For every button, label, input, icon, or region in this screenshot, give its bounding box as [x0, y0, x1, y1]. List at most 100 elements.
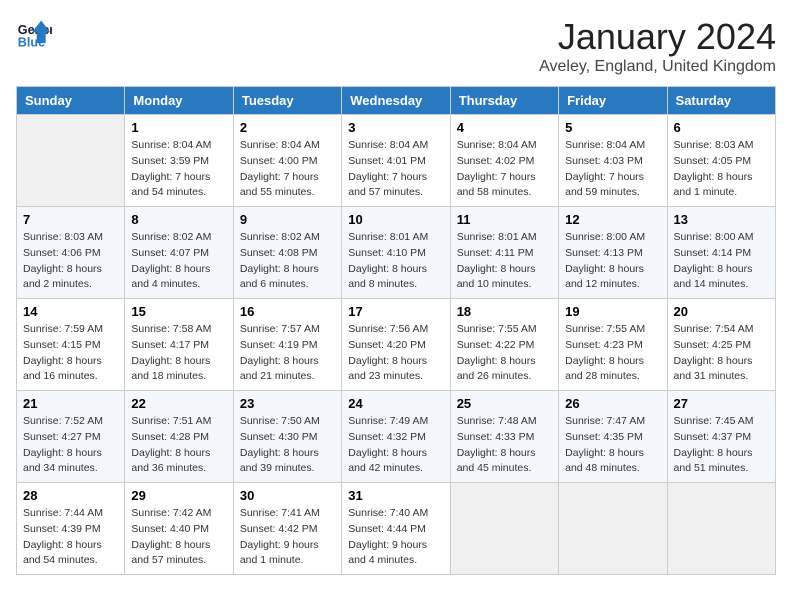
day-number: 10 — [348, 212, 443, 227]
day-number: 30 — [240, 488, 335, 503]
day-number: 12 — [565, 212, 660, 227]
calendar-cell: 14 Sunrise: 7:59 AMSunset: 4:15 PMDayligh… — [17, 299, 125, 391]
day-number: 7 — [23, 212, 118, 227]
day-header-saturday: Saturday — [667, 87, 775, 115]
calendar-cell: 23Sunrise: 7:50 AMSunset: 4:30 PMDayligh… — [233, 391, 341, 483]
calendar-cell: 19Sunrise: 7:55 AMSunset: 4:23 PMDayligh… — [559, 299, 667, 391]
day-header-friday: Friday — [559, 87, 667, 115]
calendar-cell: 17Sunrise: 7:56 AMSunset: 4:20 PMDayligh… — [342, 299, 450, 391]
logo-icon: General Blue — [16, 16, 52, 52]
day-number: 15 — [131, 304, 226, 319]
day-number: 26 — [565, 396, 660, 411]
day-info: Sunrise: 8:01 AMSunset: 4:11 PMDaylight:… — [457, 230, 552, 293]
day-info: Sunrise: 8:04 AMSunset: 4:03 PMDaylight:… — [565, 138, 660, 201]
day-number: 4 — [457, 120, 552, 135]
calendar-week-2: 7 Sunrise: 8:03 AMSunset: 4:06 PMDaylight… — [17, 207, 776, 299]
calendar-cell — [450, 483, 558, 575]
calendar-table: SundayMondayTuesdayWednesdayThursdayFrid… — [16, 86, 776, 575]
day-number: 24 — [348, 396, 443, 411]
day-number: 6 — [674, 120, 769, 135]
day-number: 13 — [674, 212, 769, 227]
day-info: Sunrise: 7:49 AMSunset: 4:32 PMDaylight:… — [348, 414, 443, 477]
calendar-cell: 3Sunrise: 8:04 AMSunset: 4:01 PMDaylight… — [342, 115, 450, 207]
day-info: Sunrise: 7:40 AMSunset: 4:44 PMDaylight:… — [348, 506, 443, 569]
calendar-cell: 5 Sunrise: 8:04 AMSunset: 4:03 PMDaylight… — [559, 115, 667, 207]
day-info: Sunrise: 7:50 AMSunset: 4:30 PMDaylight:… — [240, 414, 335, 477]
day-info: Sunrise: 7:59 AMSunset: 4:15 PMDaylight:… — [23, 322, 118, 385]
day-info: Sunrise: 8:04 AMSunset: 4:00 PMDaylight:… — [240, 138, 335, 201]
day-number: 20 — [674, 304, 769, 319]
calendar-cell: 21 Sunrise: 7:52 AMSunset: 4:27 PMDayligh… — [17, 391, 125, 483]
day-number: 3 — [348, 120, 443, 135]
logo: General Blue — [16, 16, 52, 52]
day-info: Sunrise: 7:44 AMSunset: 4:39 PMDaylight:… — [23, 506, 118, 569]
day-number: 8 — [131, 212, 226, 227]
day-number: 21 — [23, 396, 118, 411]
calendar-cell — [17, 115, 125, 207]
day-number: 9 — [240, 212, 335, 227]
calendar-cell: 24 Sunrise: 7:49 AMSunset: 4:32 PMDayligh… — [342, 391, 450, 483]
calendar-cell: 4Sunrise: 8:04 AMSunset: 4:02 PMDaylight… — [450, 115, 558, 207]
calendar-cell — [559, 483, 667, 575]
calendar-cell: 31Sunrise: 7:40 AMSunset: 4:44 PMDayligh… — [342, 483, 450, 575]
calendar-body: 1Sunrise: 8:04 AMSunset: 3:59 PMDaylight… — [17, 115, 776, 575]
day-number: 5 — [565, 120, 660, 135]
day-header-thursday: Thursday — [450, 87, 558, 115]
calendar-cell: 10 Sunrise: 8:01 AMSunset: 4:10 PMDayligh… — [342, 207, 450, 299]
day-info: Sunrise: 8:00 AMSunset: 4:14 PMDaylight:… — [674, 230, 769, 293]
calendar-cell: 20 Sunrise: 7:54 AMSunset: 4:25 PMDayligh… — [667, 299, 775, 391]
calendar-subtitle: Aveley, England, United Kingdom — [539, 58, 776, 76]
day-info: Sunrise: 7:51 AMSunset: 4:28 PMDaylight:… — [131, 414, 226, 477]
day-info: Sunrise: 7:55 AMSunset: 4:23 PMDaylight:… — [565, 322, 660, 385]
header: General Blue January 2024 Aveley, Englan… — [16, 16, 776, 76]
day-info: Sunrise: 7:42 AMSunset: 4:40 PMDaylight:… — [131, 506, 226, 569]
calendar-week-3: 14 Sunrise: 7:59 AMSunset: 4:15 PMDayligh… — [17, 299, 776, 391]
day-info: Sunrise: 8:00 AMSunset: 4:13 PMDaylight:… — [565, 230, 660, 293]
day-info: Sunrise: 7:52 AMSunset: 4:27 PMDaylight:… — [23, 414, 118, 477]
day-info: Sunrise: 8:01 AMSunset: 4:10 PMDaylight:… — [348, 230, 443, 293]
day-number: 11 — [457, 212, 552, 227]
day-info: Sunrise: 7:55 AMSunset: 4:22 PMDaylight:… — [457, 322, 552, 385]
day-header-tuesday: Tuesday — [233, 87, 341, 115]
calendar-cell: 22 Sunrise: 7:51 AMSunset: 4:28 PMDayligh… — [125, 391, 233, 483]
calendar-week-1: 1Sunrise: 8:04 AMSunset: 3:59 PMDaylight… — [17, 115, 776, 207]
day-info: Sunrise: 7:41 AMSunset: 4:42 PMDaylight:… — [240, 506, 335, 569]
day-info: Sunrise: 7:48 AMSunset: 4:33 PMDaylight:… — [457, 414, 552, 477]
calendar-cell: 7 Sunrise: 8:03 AMSunset: 4:06 PMDaylight… — [17, 207, 125, 299]
calendar-title: January 2024 — [539, 16, 776, 58]
calendar-cell: 18 Sunrise: 7:55 AMSunset: 4:22 PMDayligh… — [450, 299, 558, 391]
day-info: Sunrise: 7:57 AMSunset: 4:19 PMDaylight:… — [240, 322, 335, 385]
calendar-cell: 16Sunrise: 7:57 AMSunset: 4:19 PMDayligh… — [233, 299, 341, 391]
day-number: 18 — [457, 304, 552, 319]
calendar-cell: 15Sunrise: 7:58 AMSunset: 4:17 PMDayligh… — [125, 299, 233, 391]
calendar-cell: 29 Sunrise: 7:42 AMSunset: 4:40 PMDayligh… — [125, 483, 233, 575]
calendar-header-row: SundayMondayTuesdayWednesdayThursdayFrid… — [17, 87, 776, 115]
day-info: Sunrise: 8:03 AMSunset: 4:05 PMDaylight:… — [674, 138, 769, 201]
calendar-cell: 28 Sunrise: 7:44 AMSunset: 4:39 PMDayligh… — [17, 483, 125, 575]
day-number: 25 — [457, 396, 552, 411]
day-info: Sunrise: 7:45 AMSunset: 4:37 PMDaylight:… — [674, 414, 769, 477]
calendar-week-5: 28 Sunrise: 7:44 AMSunset: 4:39 PMDayligh… — [17, 483, 776, 575]
day-info: Sunrise: 7:54 AMSunset: 4:25 PMDaylight:… — [674, 322, 769, 385]
day-info: Sunrise: 8:03 AMSunset: 4:06 PMDaylight:… — [23, 230, 118, 293]
day-info: Sunrise: 7:47 AMSunset: 4:35 PMDaylight:… — [565, 414, 660, 477]
calendar-cell: 1Sunrise: 8:04 AMSunset: 3:59 PMDaylight… — [125, 115, 233, 207]
day-header-monday: Monday — [125, 87, 233, 115]
title-section: January 2024 Aveley, England, United Kin… — [539, 16, 776, 76]
calendar-cell: 6 Sunrise: 8:03 AMSunset: 4:05 PMDaylight… — [667, 115, 775, 207]
day-number: 1 — [131, 120, 226, 135]
day-number: 17 — [348, 304, 443, 319]
calendar-week-4: 21 Sunrise: 7:52 AMSunset: 4:27 PMDayligh… — [17, 391, 776, 483]
day-number: 22 — [131, 396, 226, 411]
calendar-cell: 9 Sunrise: 8:02 AMSunset: 4:08 PMDaylight… — [233, 207, 341, 299]
calendar-cell: 26 Sunrise: 7:47 AMSunset: 4:35 PMDayligh… — [559, 391, 667, 483]
day-info: Sunrise: 8:02 AMSunset: 4:08 PMDaylight:… — [240, 230, 335, 293]
day-number: 28 — [23, 488, 118, 503]
day-info: Sunrise: 8:02 AMSunset: 4:07 PMDaylight:… — [131, 230, 226, 293]
day-number: 14 — [23, 304, 118, 319]
day-number: 27 — [674, 396, 769, 411]
calendar-cell: 30 Sunrise: 7:41 AMSunset: 4:42 PMDayligh… — [233, 483, 341, 575]
day-number: 29 — [131, 488, 226, 503]
calendar-cell: 8 Sunrise: 8:02 AMSunset: 4:07 PMDaylight… — [125, 207, 233, 299]
calendar-cell: 13 Sunrise: 8:00 AMSunset: 4:14 PMDayligh… — [667, 207, 775, 299]
